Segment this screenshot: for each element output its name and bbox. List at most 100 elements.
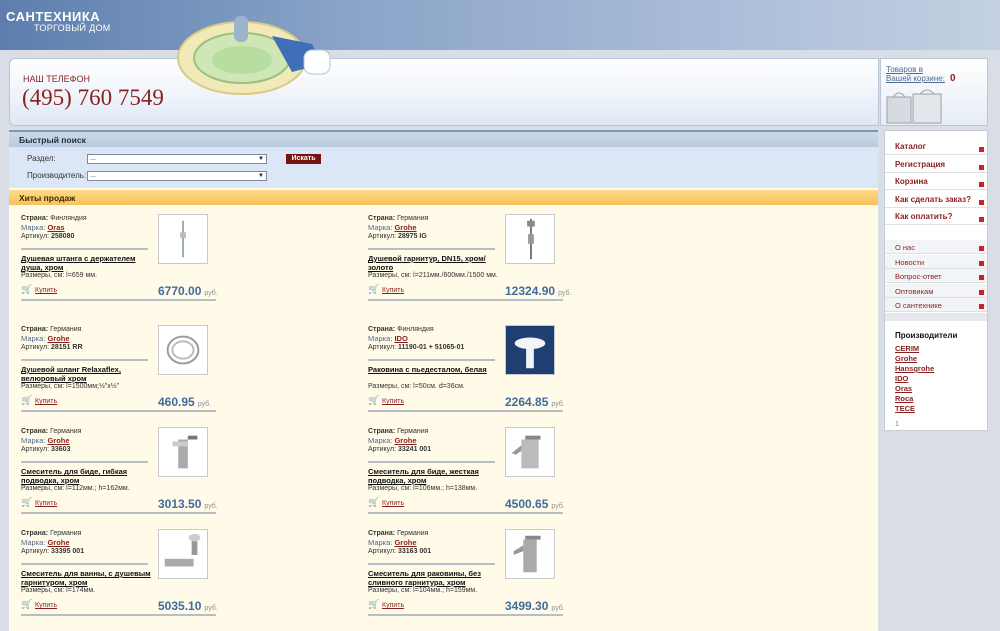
divider [21, 299, 216, 301]
arrow-icon [979, 199, 984, 205]
chevron-down-icon: ▼ [258, 156, 264, 162]
buy-button[interactable]: 🛒 Купить [21, 497, 57, 507]
product-brand-link[interactable]: Oras [47, 223, 64, 232]
divider [368, 461, 495, 463]
maker-select-value: ... [90, 172, 96, 179]
manufacturer-link[interactable]: Hansgrohe [895, 364, 934, 373]
buy-button[interactable]: 🛒 Купить [21, 284, 57, 294]
quick-search-header: Быстрый поиск [9, 130, 878, 147]
shower-bar-image[interactable] [158, 214, 208, 264]
buy-button[interactable]: 🛒 Купить [21, 395, 57, 405]
product-name-link[interactable]: Смеситель для биде, жесткая подводка, хр… [368, 467, 503, 485]
divider [368, 299, 563, 301]
product-name-link[interactable]: Смеситель для раковины, без сливного гар… [368, 569, 503, 587]
bidet-mixer-image[interactable] [505, 427, 555, 477]
cart-icon: 🛒 [368, 395, 380, 405]
product-name-link[interactable]: Раковина с пьедесталом, белая [368, 365, 503, 374]
washbasin-image[interactable] [505, 325, 555, 375]
top-banner: САНТЕХНИКА ТОРГОВЫЙ ДОМ [0, 0, 1000, 50]
menu-item-main[interactable]: Как оплатить? [885, 208, 987, 225]
manufacturer-link[interactable]: TECE [895, 404, 915, 413]
product-name-link[interactable]: Душевой гарнитур, DN15, хром/золото [368, 254, 503, 272]
menu-item-secondary[interactable]: Новости [885, 254, 987, 269]
bidet-mixer-image[interactable] [158, 427, 208, 477]
cart-icon: 🛒 [368, 284, 380, 294]
menu-item-main[interactable]: Каталог [885, 138, 987, 155]
cart-link-line1[interactable]: Товаров в [886, 65, 945, 74]
logo-subtitle: ТОРГОВЫЙ ДОМ [34, 23, 111, 33]
buy-button[interactable]: 🛒 Купить [368, 395, 404, 405]
product-brand-link[interactable]: IDO [394, 334, 407, 343]
washbasin-logo-icon [177, 16, 331, 95]
divider [21, 359, 148, 361]
buy-button[interactable]: 🛒 Купить [368, 284, 404, 294]
cart-link-line2[interactable]: Вашей корзине: [886, 74, 945, 83]
product-photo-icon [164, 533, 201, 567]
arrow-icon [979, 164, 984, 170]
cart-link[interactable]: Товаров в Вашей корзине: [886, 65, 945, 83]
manufacturer-link[interactable]: Oras [895, 384, 912, 393]
section-label: Раздел: [27, 154, 56, 163]
menu-item-secondary[interactable]: Вопрос-ответ [885, 269, 987, 283]
divider [21, 512, 216, 514]
divider [21, 461, 148, 463]
divider [21, 563, 148, 565]
menu-item-main[interactable]: Корзина [885, 173, 987, 190]
manufacturer-link[interactable]: IDO [895, 374, 908, 383]
divider [368, 512, 563, 514]
menu-item-secondary[interactable]: О сантехнике [885, 298, 987, 312]
product-size: Размеры, см: l=174мм. [21, 587, 96, 594]
arrow-icon [979, 217, 984, 222]
product-brand-link[interactable]: Grohe [394, 436, 416, 445]
product-price: 2264.85 руб. [505, 395, 565, 409]
basin-mixer-image[interactable] [505, 529, 555, 579]
product-brand-link[interactable]: Grohe [394, 223, 416, 232]
manufacturer-link[interactable]: CERIM [895, 344, 919, 353]
product-size: Размеры, см: l=50см. d=36см. [368, 383, 465, 390]
buy-button[interactable]: 🛒 Купить [21, 599, 57, 609]
cart-icon: 🛒 [368, 497, 380, 507]
logo-title[interactable]: САНТЕХНИКА [6, 9, 100, 24]
product-card: Страна: Финляндия Марка: IDO Артикул: 1119… [368, 325, 568, 423]
maker-select[interactable]: ... ▼ [87, 171, 267, 181]
product-name-link[interactable]: Душевой шланг Relaxaflex, велюровый хром [21, 365, 156, 383]
manufacturer-link[interactable]: Grohe [895, 354, 917, 363]
buy-button[interactable]: 🛒 Купить [368, 497, 404, 507]
cart-icon: 🛒 [21, 497, 33, 507]
product-brand-link[interactable]: Grohe [47, 334, 69, 343]
search-button[interactable]: Искать [286, 154, 321, 164]
divider [368, 563, 495, 565]
page-number[interactable]: 1 [895, 421, 899, 428]
menu-item-secondary[interactable]: Оптовикам [885, 283, 987, 298]
sidebar: Каталог Регистрация Корзина Как сделать зак… [884, 130, 988, 431]
buy-button[interactable]: 🛒 Купить [368, 599, 404, 609]
product-brand-link[interactable]: Grohe [47, 436, 69, 445]
divider [21, 248, 148, 250]
section-select[interactable]: ... ▼ [87, 154, 267, 164]
menu-item-label: Как оплатить? [895, 212, 953, 221]
bath-mixer-image[interactable] [158, 529, 208, 579]
product-brand-link[interactable]: Grohe [394, 538, 416, 547]
section-select-value: ... [90, 155, 96, 162]
header-panel: НАШ ТЕЛЕФОН (495) 760 7549 [9, 58, 879, 126]
manufacturer-link[interactable]: Roca [895, 394, 913, 403]
arrow-icon [979, 260, 984, 266]
divider [21, 410, 216, 412]
menu-item-secondary[interactable]: О нас [885, 240, 987, 254]
product-brand-link[interactable]: Grohe [47, 538, 69, 547]
product-size: Размеры, см: l=112мм.; h=162мм. [21, 485, 130, 492]
phone-label: НАШ ТЕЛЕФОН [23, 74, 91, 84]
shower-set-image[interactable] [505, 214, 555, 264]
menu-item-main[interactable]: Регистрация [885, 155, 987, 173]
product-photo-icon [527, 218, 535, 260]
sidebar-divider [885, 313, 987, 321]
product-name-link[interactable]: Душевая штанга с держателем душа, хром [21, 254, 156, 272]
cart-icon: 🛒 [21, 284, 33, 294]
product-name-link[interactable]: Смеситель для ванны, с душевым гарнитуро… [21, 569, 156, 587]
menu-item-main[interactable]: Как сделать заказ? [885, 190, 987, 208]
product-price: 12324.90 руб. [505, 284, 572, 298]
product-name-link[interactable]: Смеситель для биде, гибкая подводка, хро… [21, 467, 156, 485]
divider [368, 614, 563, 616]
shower-hose-image[interactable] [158, 325, 208, 375]
menu-item-label: Вопрос-ответ [895, 272, 942, 281]
